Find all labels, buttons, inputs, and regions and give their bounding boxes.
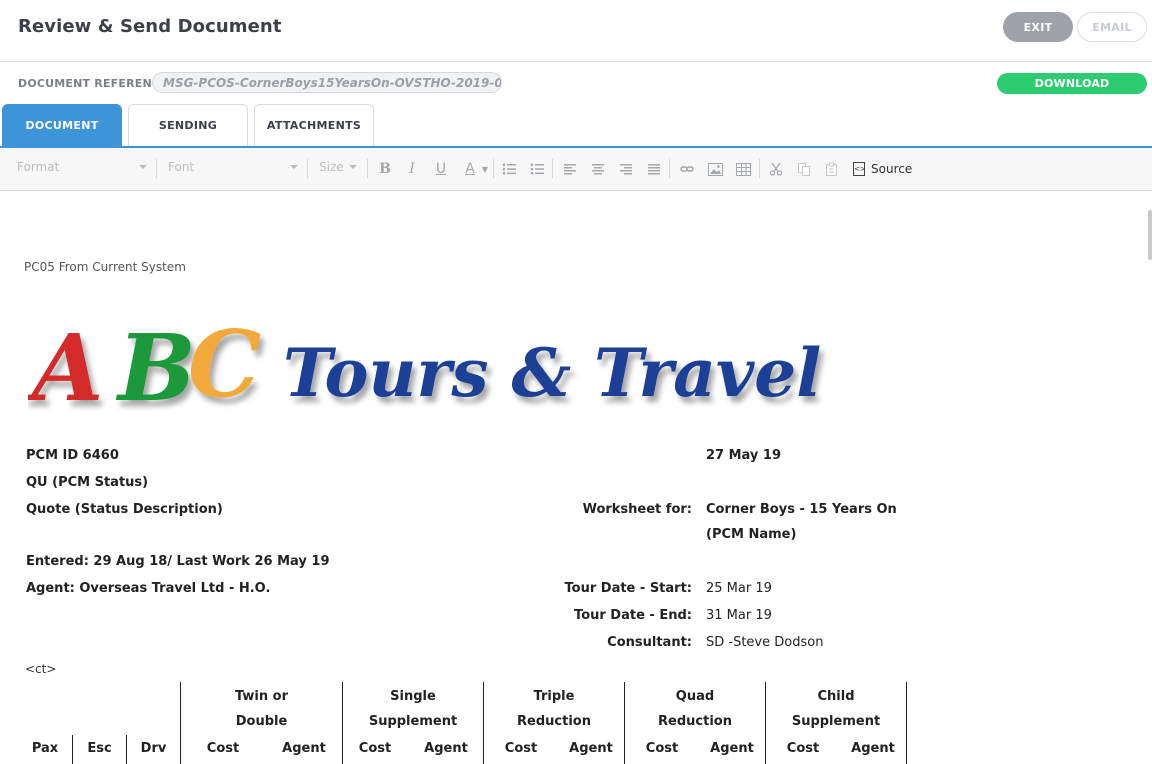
worksheet-value: Corner Boys - 15 Years On <box>706 502 897 517</box>
table-group-header: Twin or <box>234 689 289 704</box>
table-group-header: Reduction <box>517 714 591 729</box>
table-group-header: Reduction <box>658 714 732 729</box>
table-icon[interactable] <box>734 160 752 178</box>
table-group-header: Single <box>390 689 436 704</box>
table-column-header: Cost <box>786 741 820 756</box>
document-date: 27 May 19 <box>706 448 782 463</box>
toolbar-separator <box>552 159 553 178</box>
table-column-header: Agent <box>569 741 613 756</box>
toolbar-separator <box>307 159 308 178</box>
tour-end-label: Tour Date - End: <box>574 608 692 623</box>
source-icon: <> <box>853 162 866 176</box>
pcm-status: QU (PCM Status) <box>26 475 149 490</box>
company-logo: A B C Tours & Travel <box>28 310 821 422</box>
table-column-header: Agent <box>424 741 468 756</box>
table-group-header: Child <box>817 689 855 704</box>
toolbar-separator <box>759 159 760 178</box>
scrollbar[interactable] <box>1148 210 1152 260</box>
chevron-down-icon[interactable]: ▼ <box>476 160 494 178</box>
link-icon[interactable] <box>678 160 696 178</box>
table-column-header: Drv <box>140 741 167 756</box>
cut-icon[interactable] <box>767 160 785 178</box>
chevron-down-icon <box>349 165 357 169</box>
worksheet-label: Worksheet for: <box>582 502 692 517</box>
italic-icon[interactable]: I <box>403 160 421 178</box>
numbered-list-icon[interactable] <box>500 160 518 178</box>
table-column-header: Cost <box>358 741 392 756</box>
email-button[interactable]: EMAIL <box>1077 12 1147 42</box>
table-column-header: Cost <box>645 741 679 756</box>
source-button[interactable]: <> Source <box>853 160 912 178</box>
table-group-header: Triple <box>533 689 575 704</box>
table-group-header: Double <box>235 714 288 729</box>
toolbar-separator <box>156 159 157 178</box>
download-button[interactable]: DOWNLOAD <box>997 73 1147 94</box>
chevron-down-icon <box>139 165 147 169</box>
logo-letter-a: A <box>28 314 103 422</box>
underline-icon[interactable]: U <box>432 160 450 178</box>
align-justify-icon[interactable] <box>645 160 663 178</box>
tab-attachments[interactable]: ATTACHMENTS <box>254 104 374 146</box>
align-center-icon[interactable] <box>589 160 607 178</box>
copy-icon[interactable] <box>795 160 813 178</box>
bold-icon[interactable]: B <box>376 160 394 178</box>
table-column-header: Esc <box>87 741 112 756</box>
source-label: Source <box>871 162 913 176</box>
table-column-header: Pax <box>31 741 59 756</box>
format-dropdown[interactable]: Format <box>17 160 147 178</box>
font-dropdown[interactable]: Font <box>168 160 298 178</box>
consultant-value: SD -Steve Dodson <box>706 635 824 650</box>
format-dropdown-label: Format <box>17 160 60 174</box>
table-column-header: Agent <box>710 741 754 756</box>
table-column-header: Agent <box>282 741 326 756</box>
toolbar-separator <box>367 159 368 178</box>
tour-start-value: 25 Mar 19 <box>706 581 772 596</box>
ct-tag: <ct> <box>25 662 57 676</box>
tab-sending[interactable]: SENDING <box>128 104 248 146</box>
document-reference-field[interactable]: MSG-PCOS-CornerBoys15YearsOn-OVSTHO-2019… <box>152 72 502 93</box>
worksheet-sub: (PCM Name) <box>706 527 797 542</box>
font-dropdown-label: Font <box>168 160 195 174</box>
size-dropdown[interactable]: Size <box>319 160 357 178</box>
image-icon[interactable] <box>706 160 724 178</box>
tab-document[interactable]: DOCUMENT <box>2 104 122 146</box>
page-header: Review & Send Document EXIT EMAIL <box>0 0 1152 62</box>
document-header-line: PC05 From Current System <box>24 260 186 274</box>
align-right-icon[interactable] <box>617 160 635 178</box>
document-editor[interactable]: PC05 From Current System A B C Tours & T… <box>0 192 1152 764</box>
table-column-header: Cost <box>206 741 240 756</box>
tour-start-label: Tour Date - Start: <box>564 581 692 596</box>
consultant-label: Consultant: <box>607 635 692 650</box>
agent-name: Agent: Overseas Travel Ltd - H.O. <box>26 581 271 596</box>
exit-button[interactable]: EXIT <box>1003 12 1073 42</box>
document-tabs: DOCUMENT SENDING ATTACHMENTS <box>0 104 1152 148</box>
table-group-header: Quad <box>675 689 715 704</box>
logo-letter-c: C <box>188 310 261 418</box>
document-reference-label: DOCUMENT REFERENCE <box>18 77 168 90</box>
table-column-header: Cost <box>504 741 538 756</box>
page-title: Review & Send Document <box>18 16 282 37</box>
size-dropdown-label: Size <box>319 160 344 174</box>
status-description: Quote (Status Description) <box>26 502 223 517</box>
logo-letter-b: B <box>115 314 196 422</box>
table-group-header: Supplement <box>368 714 458 729</box>
align-left-icon[interactable] <box>561 160 579 178</box>
logo-tagline: Tours & Travel <box>283 334 821 412</box>
table-group-header: Supplement <box>791 714 881 729</box>
editor-toolbar: Format Font Size B I U A ▼ <> Source <box>0 148 1152 191</box>
pcm-id: PCM ID 6460 <box>26 448 119 463</box>
chevron-down-icon <box>290 165 298 169</box>
table-column-header: Agent <box>851 741 895 756</box>
toolbar-separator <box>493 159 494 178</box>
tour-end-value: 31 Mar 19 <box>706 608 772 623</box>
entered-date: Entered: 29 Aug 18/ Last Work 26 May 19 <box>26 554 330 569</box>
pricing-table: Twin or Double Single Supplement Triple … <box>18 682 908 764</box>
table-divider <box>906 682 907 764</box>
toolbar-separator <box>669 159 670 178</box>
paste-icon[interactable] <box>823 160 841 178</box>
bulleted-list-icon[interactable] <box>528 160 546 178</box>
